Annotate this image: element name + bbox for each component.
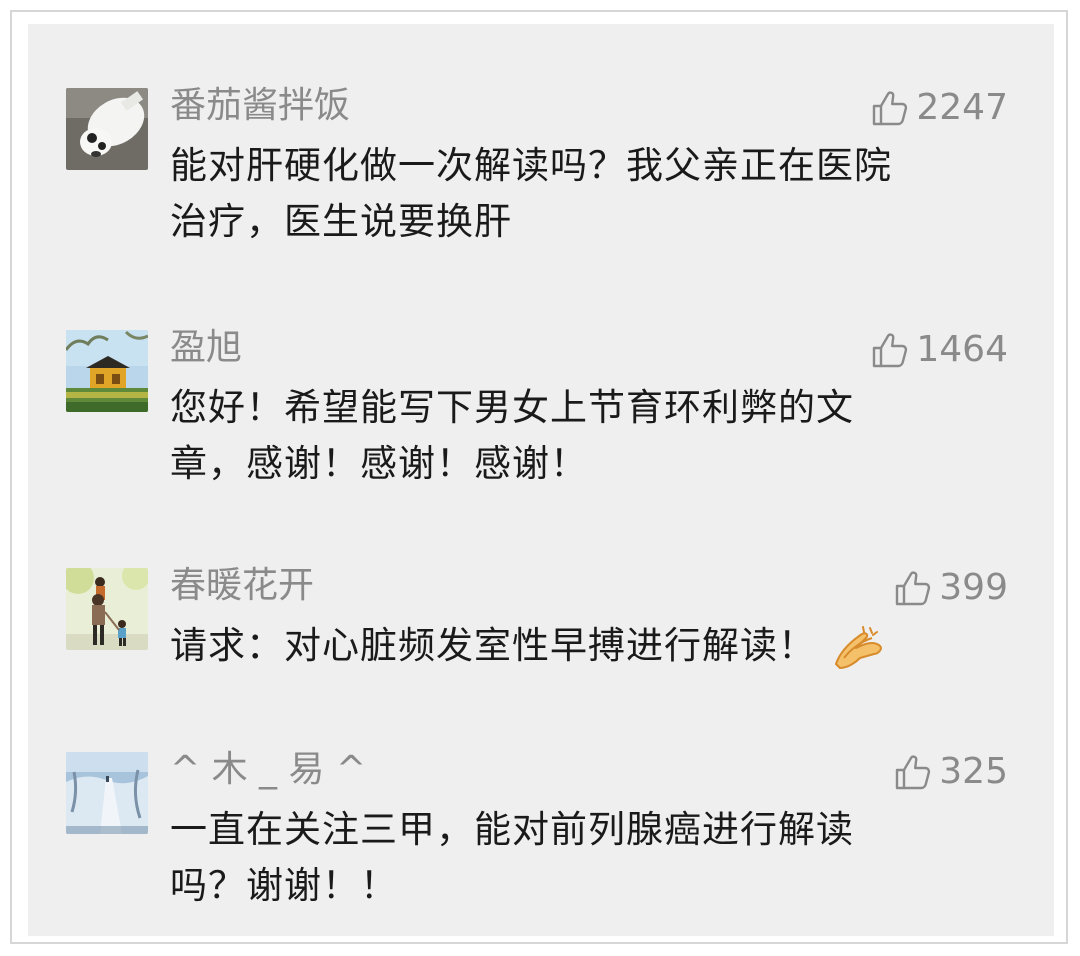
username[interactable]: ^ 木 _ 易 ^ bbox=[170, 748, 366, 792]
like-button[interactable]: 399 bbox=[893, 566, 1008, 610]
username[interactable]: 春暖花开 bbox=[170, 564, 314, 608]
like-count: 2247 bbox=[916, 87, 1008, 128]
thumbs-up-icon bbox=[896, 755, 931, 790]
pavilion-photo-avatar-icon bbox=[66, 330, 148, 412]
like-button[interactable]: 2247 bbox=[870, 86, 1008, 130]
comment-text: 一直在关注三甲，能对前列腺癌进行解读 吗？谢谢！！ bbox=[170, 808, 854, 907]
snowy-path-photo-avatar-icon bbox=[66, 752, 148, 834]
comment-list: 番茄酱拌饭 2247 能对肝硬化做一次解读吗？我父亲正在医院 治疗，医生说要换肝 bbox=[28, 24, 1054, 936]
comment-text: 您好！希望能写下男女上节育环利弊的文 章，感谢！感谢！感谢！ bbox=[170, 386, 854, 485]
avatar[interactable] bbox=[66, 568, 148, 650]
username[interactable]: 番茄酱拌饭 bbox=[170, 84, 350, 128]
clapping-hands-emoji-icon bbox=[830, 624, 884, 672]
avatar[interactable] bbox=[66, 88, 148, 170]
father-child-photo-avatar-icon bbox=[66, 568, 148, 650]
thumbs-up-icon bbox=[873, 333, 908, 368]
like-count: 399 bbox=[939, 567, 1008, 608]
comment-text: 能对肝硬化做一次解读吗？我父亲正在医院 治疗，医生说要换肝 bbox=[170, 144, 892, 243]
comment-text-body: 请求：对心脏频发室性早搏进行解读！ bbox=[170, 624, 816, 667]
avatar[interactable] bbox=[66, 330, 148, 412]
dog-photo-avatar-icon bbox=[66, 88, 148, 170]
like-button[interactable]: 325 bbox=[893, 750, 1008, 794]
username[interactable]: 盈旭 bbox=[170, 326, 242, 370]
avatar[interactable] bbox=[66, 752, 148, 834]
comment-text: 请求：对心脏频发室性早搏进行解读！ bbox=[170, 618, 1000, 674]
like-count: 325 bbox=[939, 751, 1008, 792]
like-button[interactable]: 1464 bbox=[870, 328, 1008, 372]
thumbs-up-icon bbox=[896, 571, 931, 606]
like-count: 1464 bbox=[916, 329, 1008, 370]
thumbs-up-icon bbox=[873, 91, 908, 126]
